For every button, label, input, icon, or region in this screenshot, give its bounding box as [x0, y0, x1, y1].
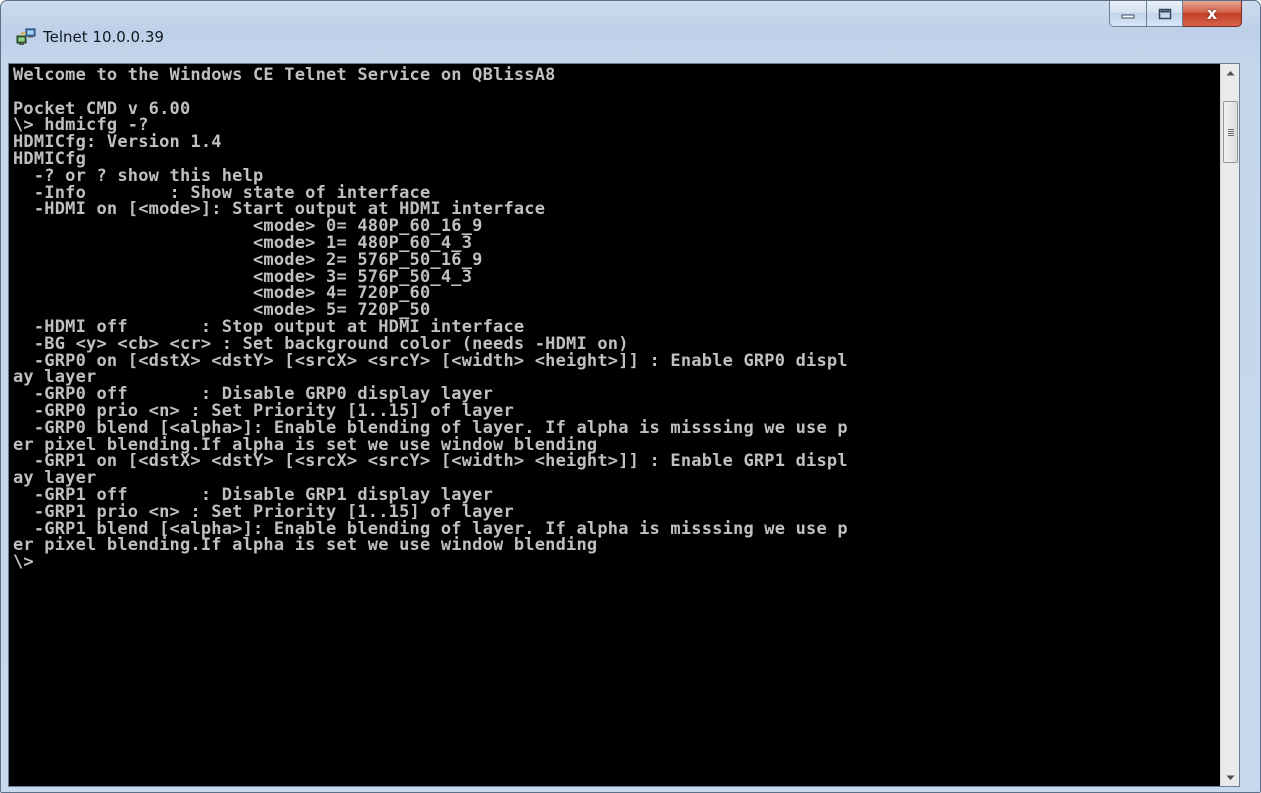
title-bar[interactable]: Telnet 10.0.0.39 x: [1, 1, 1260, 63]
vertical-scrollbar[interactable]: [1220, 64, 1239, 786]
console-line: -GRP0 blend [<alpha>]: Enable blending o…: [13, 417, 848, 438]
telnet-window: Telnet 10.0.0.39 x Welcome to the Window…: [0, 0, 1261, 793]
console-line: -GRP1 prio <n> : Set Priority [1..15] of…: [13, 501, 514, 522]
minimize-button[interactable]: [1109, 1, 1147, 27]
console-output: Welcome to the Windows CE Telnet Service…: [13, 67, 1217, 571]
close-button[interactable]: x: [1183, 1, 1242, 27]
console-line: er pixel blending.If alpha is set we use…: [13, 535, 598, 556]
window-title: Telnet 10.0.0.39: [43, 28, 164, 46]
scroll-thumb-grip-icon: [1227, 128, 1234, 137]
maximize-button[interactable]: [1147, 1, 1183, 27]
scroll-thumb[interactable]: [1223, 101, 1238, 163]
scroll-down-button[interactable]: [1221, 769, 1239, 786]
minimize-icon: [1121, 14, 1135, 18]
close-icon: x: [1206, 3, 1218, 23]
scroll-down-arrow-icon: [1226, 775, 1234, 780]
scroll-up-button[interactable]: [1221, 64, 1239, 81]
console-line: HDMICfg: Version 1.4: [13, 132, 222, 153]
console-line: Pocket CMD v 6.00: [13, 98, 191, 119]
console-line: -GRP0 on [<dstX> <dstY> [<srcX> <srcY> […: [13, 350, 848, 371]
caption-buttons: x: [1109, 1, 1242, 29]
console-area[interactable]: Welcome to the Windows CE Telnet Service…: [8, 63, 1240, 787]
scroll-up-arrow-icon: [1226, 70, 1234, 75]
telnet-computer-icon[interactable]: [16, 26, 36, 46]
maximize-icon: [1158, 8, 1171, 19]
console-line: \>: [13, 552, 34, 573]
console-line: Welcome to the Windows CE Telnet Service…: [13, 65, 556, 85]
console-line: -GRP1 on [<dstX> <dstY> [<srcX> <srcY> […: [13, 451, 848, 472]
